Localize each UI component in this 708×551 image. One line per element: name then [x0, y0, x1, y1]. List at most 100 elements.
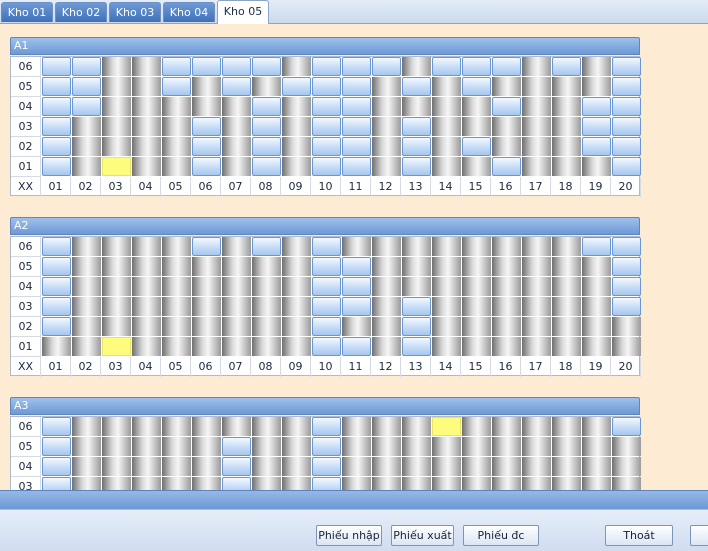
slot-cell[interactable]: [462, 57, 491, 76]
slot-cell[interactable]: [582, 277, 611, 296]
slot-cell[interactable]: [42, 277, 71, 296]
slot-cell[interactable]: [582, 157, 611, 176]
slot-cell[interactable]: [342, 417, 371, 436]
slot-cell[interactable]: [222, 257, 251, 276]
slot-cell[interactable]: [612, 477, 641, 490]
slot-cell[interactable]: [462, 237, 491, 256]
slot-cell[interactable]: [162, 77, 191, 96]
slot-cell[interactable]: [432, 317, 461, 336]
slot-cell[interactable]: [222, 237, 251, 256]
slot-cell[interactable]: [72, 337, 101, 356]
slot-cell[interactable]: [582, 257, 611, 276]
slot-cell[interactable]: [432, 437, 461, 456]
slot-cell[interactable]: [132, 257, 161, 276]
slot-cell[interactable]: [612, 457, 641, 476]
slot-cell[interactable]: [132, 137, 161, 156]
slot-cell[interactable]: [402, 337, 431, 356]
slot-cell[interactable]: [522, 277, 551, 296]
slot-cell[interactable]: [552, 317, 581, 336]
slot-cell[interactable]: [162, 57, 191, 76]
slot-cell[interactable]: [402, 77, 431, 96]
slot-cell[interactable]: [282, 117, 311, 136]
slot-cell[interactable]: [372, 237, 401, 256]
slot-cell[interactable]: [552, 137, 581, 156]
slot-cell[interactable]: [312, 337, 341, 356]
slot-cell[interactable]: [162, 437, 191, 456]
slot-cell[interactable]: [492, 277, 521, 296]
slot-cell[interactable]: [522, 97, 551, 116]
slot-cell[interactable]: [102, 437, 131, 456]
slot-cell[interactable]: [342, 97, 371, 116]
slot-cell[interactable]: [492, 477, 521, 490]
slot-cell[interactable]: [582, 417, 611, 436]
slot-cell[interactable]: [222, 117, 251, 136]
slot-cell[interactable]: [582, 337, 611, 356]
slot-cell[interactable]: [432, 97, 461, 116]
slot-cell[interactable]: [252, 457, 281, 476]
slot-cell[interactable]: [432, 137, 461, 156]
slot-cell[interactable]: [552, 417, 581, 436]
slot-cell[interactable]: [72, 297, 101, 316]
slot-cell[interactable]: [372, 57, 401, 76]
slot-cell[interactable]: [612, 137, 641, 156]
slot-cell[interactable]: [312, 317, 341, 336]
slot-cell[interactable]: [552, 237, 581, 256]
slot-cell[interactable]: [612, 417, 641, 436]
slot-cell[interactable]: [42, 157, 71, 176]
slot-cell[interactable]: [222, 297, 251, 316]
slot-cell[interactable]: [102, 297, 131, 316]
slot-cell[interactable]: [432, 257, 461, 276]
slot-cell[interactable]: [522, 477, 551, 490]
slot-cell[interactable]: [552, 57, 581, 76]
slot-cell[interactable]: [432, 77, 461, 96]
slot-cell[interactable]: [462, 117, 491, 136]
slot-cell[interactable]: [42, 117, 71, 136]
slot-cell[interactable]: [372, 257, 401, 276]
slot-cell[interactable]: [552, 337, 581, 356]
slot-cell[interactable]: [102, 277, 131, 296]
slot-cell[interactable]: [252, 277, 281, 296]
slot-cell[interactable]: [312, 297, 341, 316]
slot-cell[interactable]: [252, 137, 281, 156]
slot-cell[interactable]: [282, 437, 311, 456]
slot-cell[interactable]: [462, 337, 491, 356]
slot-cell[interactable]: [342, 297, 371, 316]
slot-cell[interactable]: [342, 437, 371, 456]
slot-cell[interactable]: [342, 57, 371, 76]
slot-cell[interactable]: [132, 337, 161, 356]
slot-cell[interactable]: [42, 417, 71, 436]
slot-cell[interactable]: [162, 257, 191, 276]
slot-cell[interactable]: [552, 457, 581, 476]
tab-kho-02[interactable]: Kho 02: [55, 2, 107, 22]
slot-cell[interactable]: [252, 237, 281, 256]
slot-cell[interactable]: [42, 437, 71, 456]
slot-cell[interactable]: [192, 437, 221, 456]
slot-cell[interactable]: [102, 97, 131, 116]
slot-cell[interactable]: [372, 277, 401, 296]
slot-cell[interactable]: [432, 277, 461, 296]
slot-cell[interactable]: [522, 417, 551, 436]
slot-cell[interactable]: [192, 117, 221, 136]
slot-cell[interactable]: [372, 117, 401, 136]
slot-cell[interactable]: [192, 77, 221, 96]
slot-cell[interactable]: [342, 77, 371, 96]
slot-cell[interactable]: [402, 297, 431, 316]
slot-cell[interactable]: [372, 417, 401, 436]
slot-cell[interactable]: [402, 457, 431, 476]
slot-cell[interactable]: [132, 57, 161, 76]
slot-cell[interactable]: [582, 57, 611, 76]
slot-cell[interactable]: [342, 137, 371, 156]
slot-cell[interactable]: [552, 437, 581, 456]
slot-cell[interactable]: [492, 297, 521, 316]
slot-cell[interactable]: [492, 137, 521, 156]
slot-cell[interactable]: [492, 157, 521, 176]
slot-cell[interactable]: [582, 297, 611, 316]
slot-cell[interactable]: [372, 97, 401, 116]
slot-cell[interactable]: [312, 137, 341, 156]
slot-cell[interactable]: [522, 57, 551, 76]
slot-cell[interactable]: [222, 417, 251, 436]
slot-cell[interactable]: [552, 157, 581, 176]
slot-cell[interactable]: [492, 237, 521, 256]
slot-cell[interactable]: [462, 457, 491, 476]
slot-cell[interactable]: [42, 337, 71, 356]
